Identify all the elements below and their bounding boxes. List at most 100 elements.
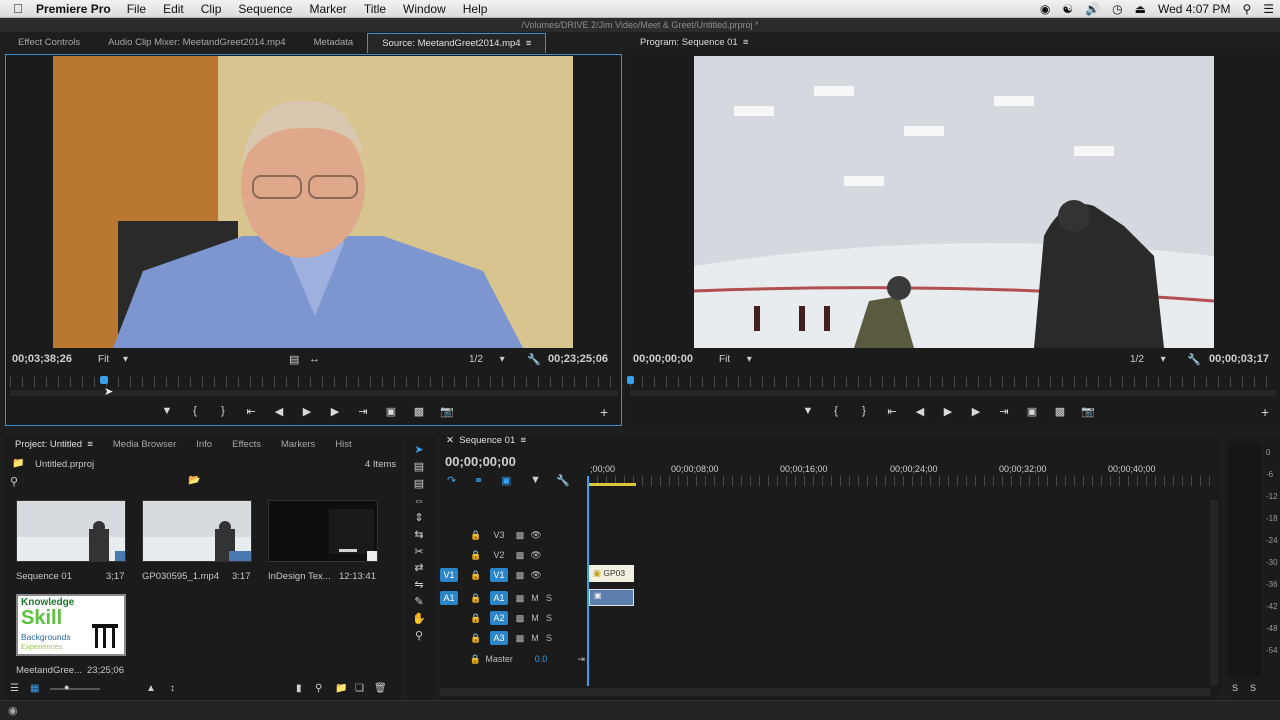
- work-area-bar[interactable]: [588, 483, 636, 486]
- v3-label[interactable]: V3: [486, 530, 512, 540]
- add-marker-icon[interactable]: ▼: [153, 405, 181, 418]
- program-step-back-icon[interactable]: ◀: [906, 405, 934, 418]
- v1-lock-icon[interactable]: 🔒: [466, 570, 486, 581]
- v1-sync-lock-icon[interactable]: ▩: [512, 570, 528, 581]
- icon-view-icon[interactable]: ▦: [30, 683, 39, 694]
- tab-info[interactable]: Info: [186, 435, 222, 455]
- export-frame-icon[interactable]: 📷: [433, 405, 461, 418]
- tab-sequence-01[interactable]: ✕ Sequence 01 ≡: [440, 431, 532, 451]
- v3-sync-lock-icon[interactable]: ▩: [512, 530, 528, 541]
- lift-icon[interactable]: ▣: [1018, 405, 1046, 418]
- slip-tool-icon[interactable]: ⇄: [411, 561, 427, 575]
- zoom-slider[interactable]: [50, 688, 100, 690]
- step-forward-icon[interactable]: ▶: [321, 405, 349, 418]
- menu-clip[interactable]: Clip: [201, 2, 222, 16]
- hand-tool-icon[interactable]: ✋: [411, 612, 427, 626]
- v1-eye-icon[interactable]: 👁: [528, 570, 544, 581]
- program-go-to-out-icon[interactable]: ⇥: [990, 405, 1018, 418]
- linked-selection-icon[interactable]: ⚭: [474, 474, 483, 487]
- a3-lock-icon[interactable]: 🔒: [466, 633, 486, 644]
- clear-icon[interactable]: 🗑: [374, 683, 387, 694]
- a3-solo-icon[interactable]: S: [542, 633, 556, 643]
- record-icon[interactable]: ◉: [1040, 2, 1050, 16]
- slide-tool-icon[interactable]: ⇋: [411, 578, 427, 592]
- source-timecode-current[interactable]: 00;03;38;26: [12, 353, 72, 365]
- rolling-edit-tool-icon[interactable]: ⇕: [411, 511, 427, 525]
- a1-mute-icon[interactable]: M: [528, 593, 542, 603]
- v3-lock-icon[interactable]: 🔒: [466, 530, 486, 541]
- a2-mute-icon[interactable]: M: [528, 613, 542, 623]
- rate-stretch-tool-icon[interactable]: ⇆: [411, 528, 427, 542]
- tab-effect-controls[interactable]: Effect Controls: [4, 33, 94, 53]
- tab-media-browser[interactable]: Media Browser: [103, 435, 186, 455]
- timeline-v-scrollbar[interactable]: [1210, 500, 1218, 685]
- menu-marker[interactable]: Marker: [309, 2, 346, 16]
- add-marker-timeline-icon[interactable]: ▣: [501, 474, 511, 487]
- insert-icon[interactable]: ▣: [377, 405, 405, 418]
- drag-video-icon[interactable]: ↔: [309, 353, 320, 365]
- a2-lock-icon[interactable]: 🔒: [466, 613, 486, 624]
- v2-lock-icon[interactable]: 🔒: [466, 550, 486, 561]
- go-to-end-icon[interactable]: ⇥: [574, 654, 588, 665]
- tab-program[interactable]: Program: Sequence 01 ≡: [626, 33, 763, 53]
- menu-help[interactable]: Help: [463, 2, 488, 16]
- a2-sync-lock-icon[interactable]: ▩: [512, 613, 528, 624]
- a1-target[interactable]: A1: [490, 591, 508, 605]
- v1-target[interactable]: V1: [490, 568, 508, 582]
- thumb-meetandgreet[interactable]: Knowledge Skill Backgrounds Experiences: [16, 594, 126, 656]
- v2-sync-lock-icon[interactable]: ▩: [512, 550, 528, 561]
- a1-solo-icon[interactable]: S: [542, 593, 556, 603]
- program-panel-menu-icon[interactable]: ≡: [743, 37, 749, 48]
- program-go-to-in-icon[interactable]: ⇤: [878, 405, 906, 418]
- overwrite-icon[interactable]: ▩: [405, 405, 433, 418]
- tab-source[interactable]: Source: MeetandGreet2014.mp4 ≡: [367, 33, 547, 53]
- video-clip-gp030595[interactable]: ▣ GP03: [589, 565, 634, 582]
- program-button-editor-plus-icon[interactable]: +: [1261, 404, 1269, 420]
- a2-target[interactable]: A2: [490, 611, 508, 625]
- tab-effects[interactable]: Effects: [222, 435, 271, 455]
- new-item-icon[interactable]: ❏: [355, 683, 364, 694]
- razor-tool-icon[interactable]: ✂: [411, 545, 427, 559]
- settings-wrench-icon[interactable]: 🔧: [527, 353, 541, 366]
- track-select-tool-icon[interactable]: ▤: [411, 460, 427, 474]
- project-search-input[interactable]: [22, 477, 182, 487]
- program-mark-in-icon[interactable]: {: [822, 405, 850, 418]
- menu-title[interactable]: Title: [364, 2, 386, 16]
- menu-file[interactable]: File: [127, 2, 146, 16]
- tab-history[interactable]: Hist: [325, 435, 361, 455]
- clock[interactable]: Wed 4:07 PM: [1158, 2, 1230, 16]
- list-view-icon[interactable]: ☰: [10, 683, 19, 694]
- thumb-gp030595[interactable]: [142, 500, 252, 562]
- status-icon[interactable]: ◉: [8, 704, 18, 717]
- program-playhead[interactable]: [627, 376, 634, 384]
- sort-order-icon[interactable]: ↕: [170, 683, 175, 694]
- new-bin-from-search-icon[interactable]: 📂: [188, 475, 200, 486]
- volume-icon[interactable]: 🔊: [1085, 2, 1100, 16]
- timeline-h-scrollbar[interactable]: [440, 688, 1210, 696]
- zoom-slider-handle[interactable]: ●: [64, 682, 69, 692]
- go-to-out-icon[interactable]: ⇥: [349, 405, 377, 418]
- source-zoom-scrollbar[interactable]: [10, 390, 618, 396]
- sync-icon[interactable]: ☯: [1062, 2, 1073, 16]
- v2-eye-icon[interactable]: 👁: [528, 550, 544, 561]
- find-icon[interactable]: ⚲: [315, 683, 322, 694]
- tab-audio-clip-mixer[interactable]: Audio Clip Mixer: MeetandGreet2014.mp4: [94, 33, 299, 53]
- a1-source-patch[interactable]: A1: [440, 591, 458, 605]
- v3-eye-icon[interactable]: 👁: [528, 530, 544, 541]
- panel-menu-icon[interactable]: ≡: [526, 38, 532, 49]
- program-zoom-scrollbar[interactable]: [630, 390, 1276, 396]
- program-time-ruler[interactable]: [630, 377, 1276, 387]
- tab-metadata[interactable]: Metadata: [300, 33, 368, 53]
- automate-to-sequence-icon[interactable]: ▮: [296, 683, 302, 694]
- mark-out-icon[interactable]: }: [209, 405, 237, 418]
- notification-icon[interactable]: ☰: [1263, 2, 1274, 16]
- timeline-panel-menu-icon[interactable]: ≡: [521, 435, 527, 446]
- v1-source-patch[interactable]: V1: [440, 568, 458, 582]
- timeline-marker-icon[interactable]: ▼: [530, 474, 541, 486]
- thumb-indesign[interactable]: [268, 500, 378, 562]
- extract-icon[interactable]: ▩: [1046, 405, 1074, 418]
- program-zoom-select[interactable]: Fit ▾: [719, 354, 752, 365]
- spotlight-icon[interactable]: ⚲: [1242, 2, 1251, 16]
- eject-icon[interactable]: ⏏: [1135, 2, 1146, 16]
- menu-window[interactable]: Window: [403, 2, 446, 16]
